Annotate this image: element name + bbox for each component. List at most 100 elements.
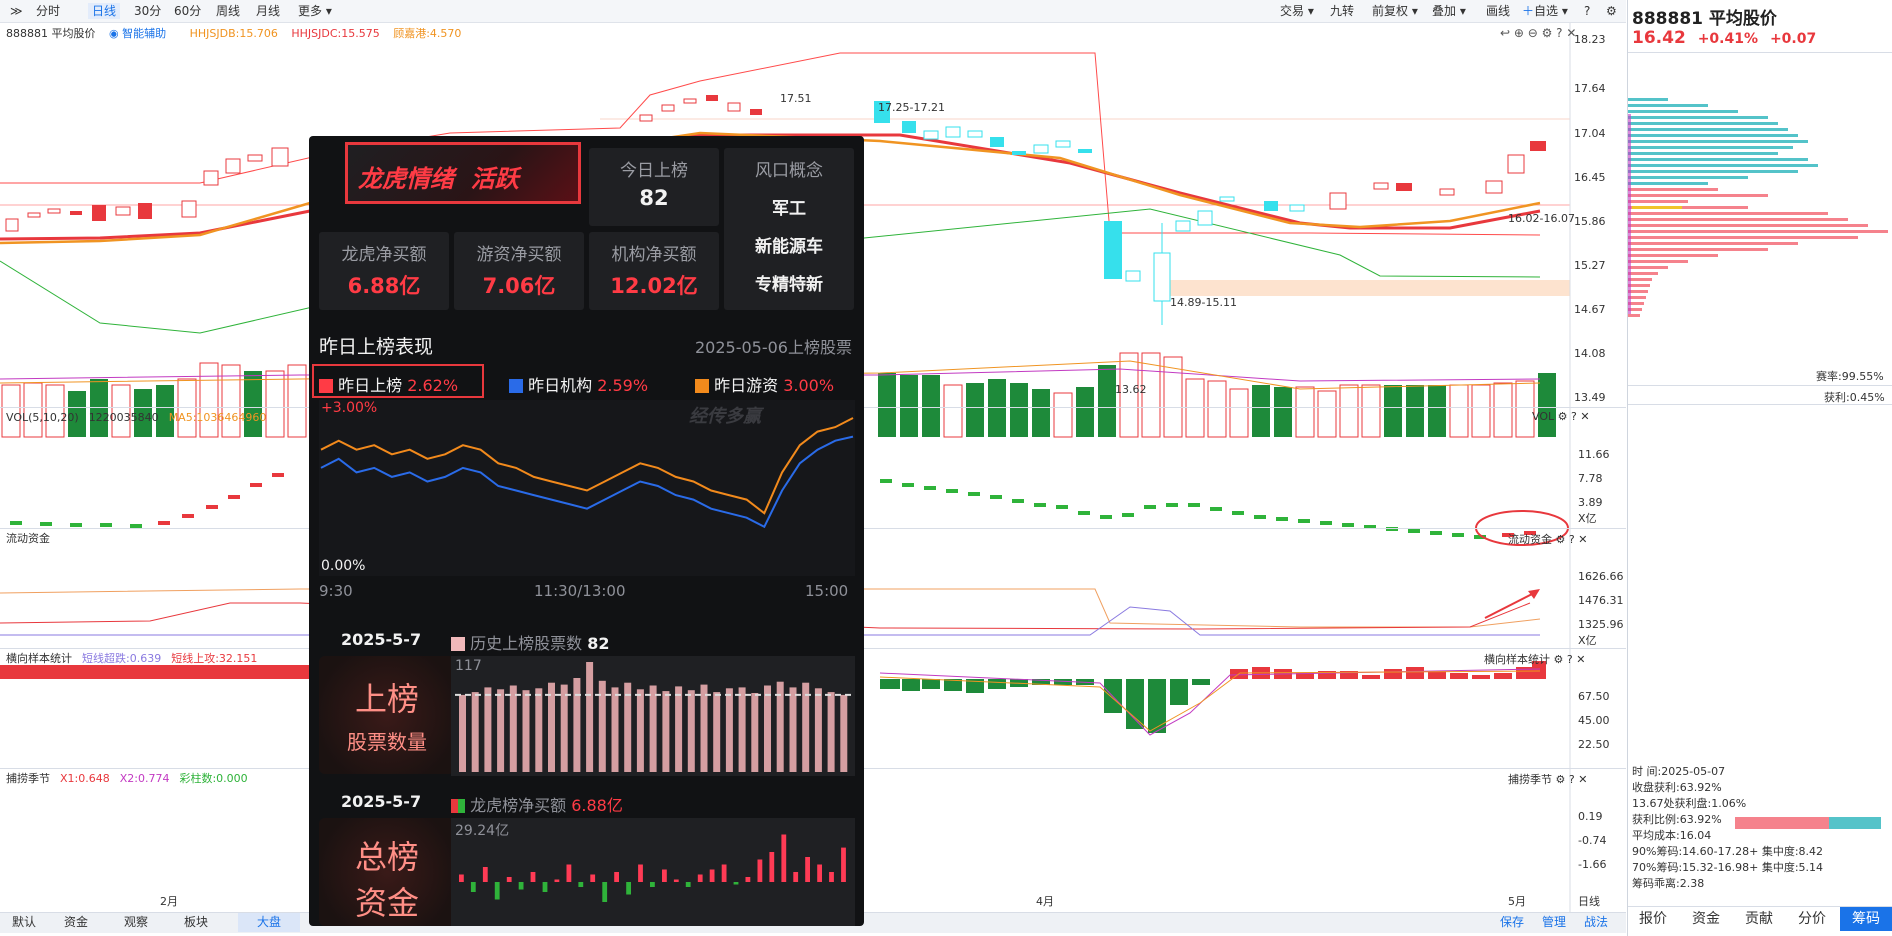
tab-day[interactable]: 日线 (88, 3, 121, 19)
tab-more[interactable]: 更多 ▾ (294, 3, 336, 19)
time-axis-start: 9:30 (319, 582, 353, 600)
legend-item-listed[interactable]: 昨日上榜 2.62% (319, 372, 458, 396)
count-bar (535, 688, 543, 772)
net-buy-bar (482, 867, 488, 882)
trade-menu[interactable]: 交易 ▾ (1276, 3, 1318, 19)
tab-30min[interactable]: 30分 (130, 3, 165, 19)
section2-tag: 总榜 资金 (319, 818, 455, 926)
count-bar (700, 684, 708, 772)
watchlist-button[interactable]: ＋自选 ▾ (1518, 3, 1572, 19)
performance-chart: +3.00% 0.00% 经传多赢 (319, 400, 855, 576)
section1-legend: 历史上榜股票数 82 (451, 630, 609, 654)
count-bar (789, 687, 797, 772)
bottom-tab-sector[interactable]: 板块 (176, 913, 216, 932)
net-buy-bar (518, 882, 524, 890)
net-buy-bar (781, 834, 787, 882)
tab-contribution[interactable]: 贡献 (1734, 907, 1784, 931)
net-buy-bar (805, 857, 810, 882)
liquid-axis-3: 1325.96 (1578, 618, 1624, 631)
count-bar (522, 690, 530, 772)
net-buy-bar (470, 882, 476, 892)
stock-title: 888881 平均股价 (1632, 9, 1777, 29)
net-buy-bar (841, 847, 846, 882)
sample-title-right: 横向样本统计 ⚙ ? ✕ (1484, 653, 1586, 666)
net-buy-bar (578, 882, 584, 887)
right-tab-bar: 报价 资金 贡献 分价 筹码 (1628, 906, 1892, 933)
legend-item-hotmoney[interactable]: 昨日游资 3.00% (695, 372, 834, 396)
help-icon[interactable]: ? (1580, 3, 1594, 19)
bottom-tab-funds[interactable]: 资金 (56, 913, 96, 932)
nine-turn-button[interactable]: 九转 (1326, 3, 1358, 19)
hhjsjdb-value: HHJSJDB:15.706 (189, 27, 278, 40)
legend-item-institution[interactable]: 昨日机构 2.59% (509, 372, 648, 396)
sample-axis-2: 45.00 (1578, 714, 1610, 727)
gear-icon[interactable]: ⚙ (1602, 3, 1621, 19)
count-bar (471, 692, 479, 772)
collapse-icon[interactable]: ≫ (6, 3, 27, 19)
liquid-axis-unit: X亿 (1578, 634, 1597, 647)
net-buy-bar (769, 852, 775, 882)
liquid-title-right: 流动资金 ⚙ ? ✕ (1508, 533, 1588, 546)
tab-chips[interactable]: 筹码 (1840, 907, 1892, 931)
count-bar (725, 688, 733, 772)
count-bar (827, 692, 835, 772)
vol-axis-2: 7.78 (1578, 472, 1603, 485)
strategy-button[interactable]: 战法 (1578, 913, 1614, 932)
bottom-tab-default[interactable]: 默认 (4, 913, 44, 932)
net-buy-bar (662, 869, 667, 882)
price-indicator-line: 888881 平均股价 ◉ 智能辅助 HHJSJDB:15.706 HHJSJD… (6, 26, 471, 42)
concept-1[interactable]: 军工 (724, 194, 854, 219)
tab-60min[interactable]: 60分 (170, 3, 205, 19)
net-buy-bar (793, 872, 799, 882)
net-buy-bar (685, 882, 691, 887)
net-buy-bar (542, 882, 548, 892)
net-buy-bar (459, 874, 464, 882)
tab-funds[interactable]: 资金 (1681, 907, 1731, 931)
net-buy-bar (673, 879, 679, 882)
tab-price-dist[interactable]: 分价 (1787, 907, 1837, 931)
save-button[interactable]: 保存 (1494, 913, 1530, 932)
vol-indicator-line: VOL(5,10,20) 1220035840 MA5:1036464960 (6, 411, 267, 424)
draw-line-button[interactable]: 画线 (1482, 3, 1514, 19)
net-buy-bar (721, 864, 727, 882)
tab-week[interactable]: 周线 (212, 3, 244, 19)
tab-month[interactable]: 月线 (252, 3, 284, 19)
day-line-label: 日线 (1578, 895, 1600, 908)
net-buy-bar (626, 882, 631, 895)
bottom-tab-watch[interactable]: 观察 (116, 913, 156, 932)
gujiagang-value: 顾嘉港:4.570 (393, 27, 462, 40)
net-buy-bar (506, 877, 512, 882)
low-label: 13.62 (1115, 383, 1147, 396)
smart-assist-toggle[interactable]: ◉ 智能辅助 (109, 27, 176, 40)
tab-quote[interactable]: 报价 (1628, 907, 1678, 931)
chart-tools[interactable]: ↩ ⊕ ⊖ ⚙ ? ✕ (1500, 26, 1576, 40)
liquid-axis-2: 1476.31 (1578, 594, 1624, 607)
count-bar (675, 686, 683, 772)
adjust-menu[interactable]: 前复权 ▾ (1368, 3, 1422, 19)
month-label-feb: 2月 (160, 895, 178, 908)
bottom-tab-market[interactable]: 大盘 (238, 913, 300, 932)
concept-2[interactable]: 新能源车 (724, 232, 854, 257)
count-bar (687, 690, 695, 772)
count-bar (611, 687, 619, 772)
count-bar (497, 689, 505, 772)
overlay-menu[interactable]: 叠加 ▾ (1428, 3, 1470, 19)
net-buy-bar (697, 874, 703, 882)
count-bar (573, 678, 581, 772)
performance-lines (320, 417, 854, 529)
manage-button[interactable]: 管理 (1536, 913, 1572, 932)
dragon-tiger-popup: 龙虎情绪 活跃 今日上榜 82 风口概念 军工 新能源车 专精特新 龙虎净买额 … (309, 136, 864, 926)
count-bar (649, 685, 657, 772)
count-bar (459, 694, 466, 772)
net-buy-bar (745, 877, 751, 882)
tab-minute[interactable]: 分时 (32, 3, 64, 19)
season-axis-3: -1.66 (1578, 858, 1607, 871)
profit-rate: 赛率:99.55% (1816, 370, 1884, 383)
net-buy-bar (638, 864, 643, 882)
season-indicator-line: 捕捞季节 X1:0.648 X2:0.774 彩柱数:0.000 (6, 772, 248, 785)
concept-3[interactable]: 专精特新 (724, 270, 854, 295)
count-bar (840, 694, 848, 772)
gain-rate: 获利:0.45% (1824, 391, 1885, 404)
section2-legend: 龙虎榜净买额 6.88亿 (451, 792, 623, 816)
net-buy-bar (602, 882, 608, 902)
